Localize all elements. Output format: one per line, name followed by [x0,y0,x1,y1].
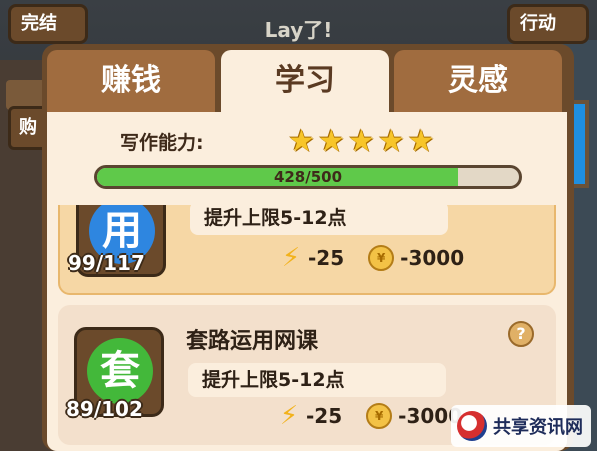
star-icon: ★ [317,124,345,159]
cost-row: ⚡ -25 ¥ -3000 [278,401,462,431]
course-description: 提升上限5-12点 [190,205,448,235]
energy-icon: ⚡ [281,243,301,273]
progress-text: 428/500 [273,168,343,186]
help-icon[interactable]: ? [508,321,534,347]
watermark-logo-icon [457,411,487,441]
energy-icon: ⚡ [279,401,299,431]
finish-button[interactable]: 完结 [8,4,88,44]
star-icon: ★ [347,124,375,159]
writing-skill-label: 写作能力: [120,132,204,154]
coin-cost: -3000 [400,246,465,270]
course-description: 提升上限5-12点 [188,363,446,397]
action-button[interactable]: 行动 [507,4,589,44]
tab-inspiration[interactable]: 灵感 [394,50,562,112]
coin-icon: ¥ [366,403,393,429]
watermark-text: 共享资讯网 [493,417,583,438]
skill-stars: ★ ★ ★ ★ ★ [288,126,435,158]
coin-icon: ¥ [368,245,395,271]
course-icon: 套 [87,338,153,404]
tab-study[interactable]: 学习 [221,50,389,118]
star-icon: ★ [288,124,315,159]
list-item[interactable]: 用 99/117 提升上限5-12点 ⚡ -25 ¥ -3000 [58,205,556,295]
energy-cost: -25 [306,404,343,428]
star-icon: ★ [377,124,405,159]
watermark: 共享资讯网 [451,405,591,447]
energy-cost: -25 [308,246,345,270]
star-icon: ★ [407,124,435,159]
course-count: 89/102 [66,397,143,421]
tab-earn-money[interactable]: 赚钱 [47,50,215,112]
course-name: 套路运用网课 [186,329,319,354]
skill-progress-bar: 428/500 [94,165,522,189]
cost-row: ⚡ -25 ¥ -3000 [280,243,464,273]
course-count: 99/117 [68,251,145,275]
